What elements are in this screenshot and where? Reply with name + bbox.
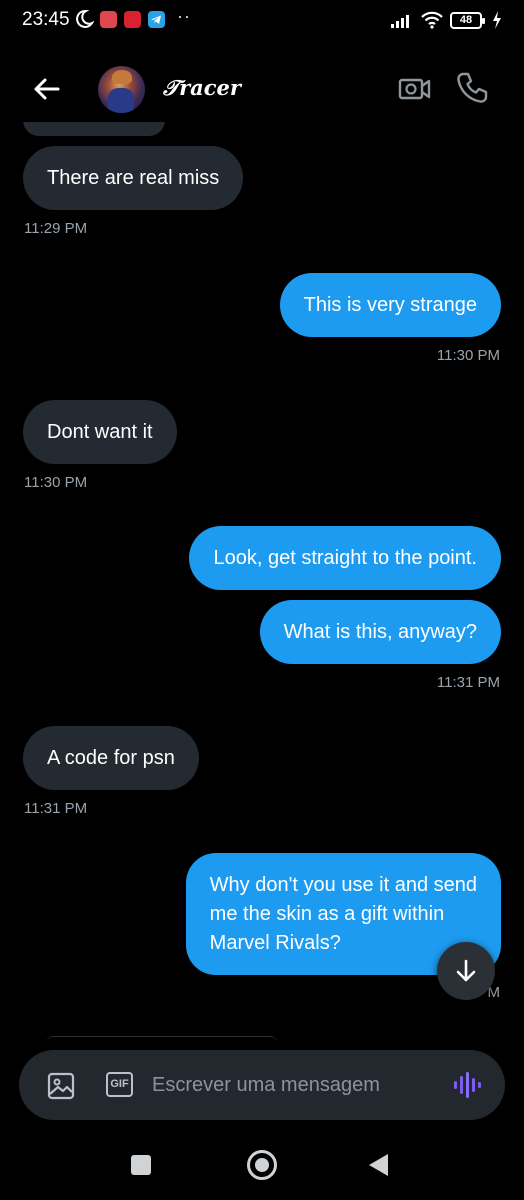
phone-icon[interactable] — [454, 70, 490, 106]
recents-button[interactable] — [131, 1155, 151, 1175]
status-time: 23:45 — [22, 9, 70, 30]
arrow-down-icon — [456, 959, 476, 982]
message-bubble-incoming[interactable]: A code for psn — [23, 726, 199, 790]
message-timestamp: 11:30 PM — [24, 474, 88, 491]
message-bubble-incoming[interactable]: Dont want it — [23, 400, 177, 464]
battery-icon: 48 — [450, 11, 485, 29]
chat-header: 𝒯racer — [0, 56, 524, 122]
system-nav-bar — [0, 1130, 524, 1200]
message-bubble-outgoing[interactable]: What is this, anyway? — [259, 600, 501, 664]
image-icon[interactable] — [47, 1072, 75, 1100]
back-button[interactable] — [369, 1154, 388, 1176]
message-composer: GIF — [19, 1050, 505, 1120]
app-notification-icon — [100, 11, 117, 28]
wifi-icon — [421, 11, 443, 29]
voice-wave-icon[interactable] — [451, 1070, 485, 1100]
message-timestamp: 11:31 PM — [24, 800, 88, 817]
message-bubble-partial[interactable] — [23, 122, 165, 136]
more-dots-icon: ·· — [177, 6, 191, 26]
signal-icon — [391, 15, 409, 28]
moon-icon — [76, 9, 94, 28]
message-timestamp: 11:31 PM — [436, 674, 500, 691]
message-bubble-incoming[interactable]: There are real miss — [23, 146, 244, 210]
scroll-to-bottom-button[interactable] — [437, 942, 495, 1000]
app-notification-icon — [124, 11, 141, 28]
avatar[interactable] — [98, 66, 145, 113]
message-bubble-outgoing[interactable]: This is very strange — [279, 273, 501, 337]
message-bubble-partial — [46, 1036, 278, 1040]
home-button[interactable] — [247, 1150, 277, 1180]
message-input[interactable] — [152, 1068, 442, 1102]
charging-icon — [493, 11, 501, 29]
message-list[interactable]: There are real miss 11:29 PM This is ver… — [0, 122, 524, 1040]
message-timestamp: 11:30 PM — [436, 347, 500, 364]
video-camera-icon[interactable] — [396, 72, 432, 106]
message-timestamp: 11:29 PM — [24, 220, 88, 237]
arrow-left-icon[interactable] — [30, 72, 64, 106]
status-bar: 23:45 ·· 48 — [0, 0, 524, 40]
message-bubble-outgoing[interactable]: Look, get straight to the point. — [189, 526, 501, 590]
gif-button[interactable]: GIF — [106, 1072, 133, 1097]
contact-name[interactable]: 𝒯racer — [163, 75, 241, 101]
telegram-icon — [148, 11, 165, 28]
